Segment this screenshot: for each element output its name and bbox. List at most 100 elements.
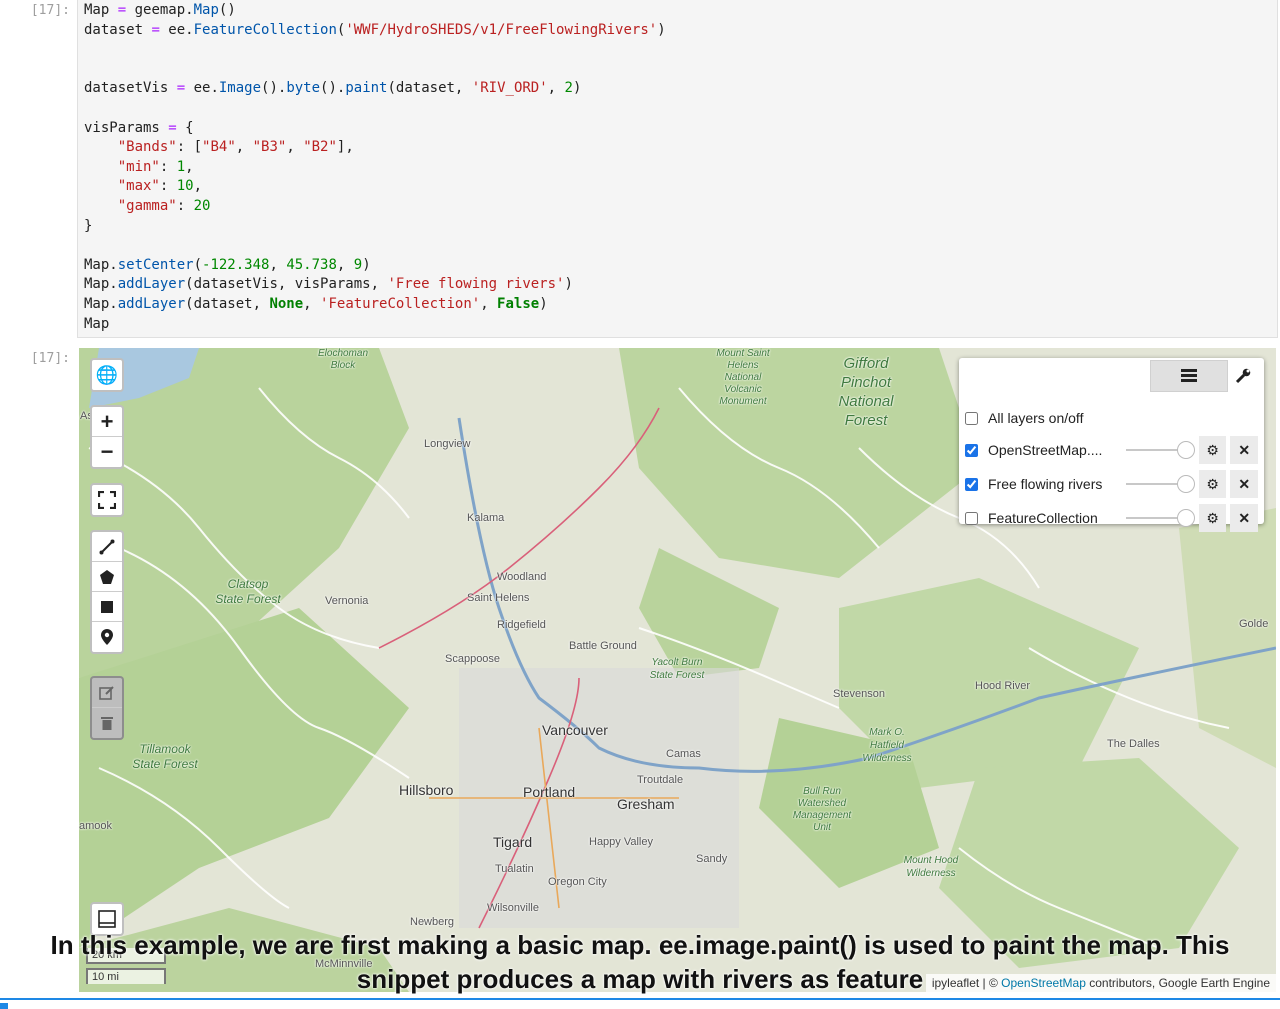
opacity-slider[interactable] xyxy=(1125,508,1195,528)
code-line: datasetVis = ee.Image().byte().paint(dat… xyxy=(84,80,582,97)
wrench-icon[interactable] xyxy=(1228,360,1258,392)
code-line: Map.setCenter(-122.348, 45.738, 9) xyxy=(84,256,371,273)
layer-manager-panel: All layers on/off OpenStreetMap.... ⚙ ✕ … xyxy=(959,358,1264,532)
layer-visibility-checkbox[interactable] xyxy=(965,511,978,525)
place-battle-ground: Battle Ground xyxy=(569,640,637,652)
layers-tab[interactable] xyxy=(1150,360,1228,392)
edit-toolbar xyxy=(90,676,124,740)
globe-icon[interactable]: 🌐 xyxy=(92,360,122,390)
delete-layers-icon[interactable] xyxy=(92,708,122,738)
opacity-slider[interactable] xyxy=(1125,440,1195,460)
place-tualatin: Tualatin xyxy=(495,863,534,875)
layer-row: Free flowing rivers ⚙ ✕ xyxy=(965,470,1259,498)
place-wilsonville: Wilsonville xyxy=(487,902,539,914)
draw-toolbar xyxy=(90,530,124,654)
place-hillsboro: Hillsboro xyxy=(399,782,454,798)
code-line: "Bands": ["B4", "B3", "B2"], xyxy=(117,139,354,156)
all-layers-label: All layers on/off xyxy=(988,410,1084,426)
draw-rectangle-icon[interactable] xyxy=(92,592,122,622)
code-line: Map.addLayer(datasetVis, visParams, 'Fre… xyxy=(84,276,573,293)
gear-icon[interactable]: ⚙ xyxy=(1198,470,1227,498)
place-oregon-city: Oregon City xyxy=(548,876,607,888)
zoom-control: + − xyxy=(90,405,124,469)
all-layers-row: All layers on/off xyxy=(965,404,1258,432)
place-woodland: Woodland xyxy=(497,571,547,583)
input-prompt: [17]: xyxy=(30,3,70,18)
place-tillamook: Tillamook State Forest xyxy=(132,742,198,771)
layer-name: FeatureCollection xyxy=(988,510,1098,526)
caption-line-2: snippet produces a map with rivers as fe… xyxy=(356,964,924,994)
fullscreen-icon[interactable] xyxy=(92,485,122,515)
layer-row: FeatureCollection ⚙ ✕ xyxy=(965,504,1259,532)
place-the-dalles: The Dalles xyxy=(1107,738,1160,750)
zoom-in-button[interactable]: + xyxy=(92,407,122,437)
draw-polyline-icon[interactable] xyxy=(92,532,122,562)
place-elochoman: Elochoman Block xyxy=(317,348,369,371)
map-widget[interactable]: Vancouver Portland Gresham Hillsboro Tig… xyxy=(79,348,1276,992)
place-longview: Longview xyxy=(424,438,471,450)
place-amook: amook xyxy=(79,820,113,832)
progress-line xyxy=(0,998,1280,1000)
layer-name: OpenStreetMap.... xyxy=(988,442,1103,458)
place-vernonia: Vernonia xyxy=(325,595,369,607)
place-tigard: Tigard xyxy=(493,834,533,850)
place-bull-run: Bull Run Watershed Management Unit xyxy=(792,786,852,833)
place-camas: Camas xyxy=(666,748,701,760)
video-caption: In this example, we are first making a b… xyxy=(0,928,1280,996)
place-mark-hatfield: Mark O. Hatfield Wilderness xyxy=(862,727,912,764)
place-vancouver: Vancouver xyxy=(542,722,608,738)
opacity-slider[interactable] xyxy=(1125,474,1195,494)
caption-line-1: In this example, we are first making a b… xyxy=(50,930,1230,960)
zoom-out-button[interactable]: − xyxy=(92,437,122,467)
code-line: "max": 10, xyxy=(117,178,203,195)
place-yacolt: Yacolt Burn State Forest xyxy=(649,657,705,681)
place-hood-river: Hood River xyxy=(975,680,1031,692)
code-line: dataset = ee.FeatureCollection('WWF/Hydr… xyxy=(84,21,666,38)
basemap-control[interactable]: 🌐 xyxy=(90,358,124,392)
place-stevenson: Stevenson xyxy=(833,688,885,700)
close-icon[interactable]: ✕ xyxy=(1230,470,1259,498)
place-kalama: Kalama xyxy=(467,512,505,524)
fullscreen-control xyxy=(90,483,124,517)
code-cell[interactable]: Map = geemap.Map() dataset = ee.FeatureCo… xyxy=(77,0,1278,338)
code-line: } xyxy=(84,217,93,234)
layer-visibility-checkbox[interactable] xyxy=(965,443,978,457)
place-troutdale: Troutdale xyxy=(637,774,684,786)
layer-row: OpenStreetMap.... ⚙ ✕ xyxy=(965,436,1259,464)
place-gresham: Gresham xyxy=(617,796,675,812)
place-scappoose: Scappoose xyxy=(445,653,501,665)
place-happy-valley: Happy Valley xyxy=(589,836,653,848)
layer-visibility-checkbox[interactable] xyxy=(965,477,978,491)
code-line: "gamma": 20 xyxy=(117,197,211,214)
place-clatsop: Clatsop State Forest xyxy=(215,577,281,606)
output-prompt: [17]: xyxy=(30,351,70,366)
code-line: Map.addLayer(dataset, None, 'FeatureColl… xyxy=(84,295,548,312)
code-line: "min": 1, xyxy=(117,158,194,175)
code-editor[interactable]: Map = geemap.Map() dataset = ee.FeatureCo… xyxy=(84,1,666,334)
place-sandy: Sandy xyxy=(696,853,728,865)
layer-name: Free flowing rivers xyxy=(988,476,1103,492)
progress-marker xyxy=(0,1003,8,1009)
draw-marker-icon[interactable] xyxy=(92,622,122,652)
close-icon[interactable]: ✕ xyxy=(1230,504,1259,532)
place-goldendale: Golde xyxy=(1239,618,1269,630)
place-mount-st-helens: Mount Saint Helens National Volcanic Mon… xyxy=(716,348,770,407)
place-ridgefield: Ridgefield xyxy=(497,619,546,631)
gear-icon[interactable]: ⚙ xyxy=(1198,504,1227,532)
place-saint-helens: Saint Helens xyxy=(467,592,530,604)
code-line: Map = geemap.Map() xyxy=(84,2,236,18)
layer-manager-tabs xyxy=(1150,360,1258,392)
place-newberg: Newberg xyxy=(410,916,455,928)
place-mount-hood-wilderness: Mount Hood Wilderness xyxy=(903,855,959,879)
code-line: Map xyxy=(84,315,110,332)
edit-layers-icon[interactable] xyxy=(92,678,122,708)
place-gifford-pinchot: Gifford Pinchot National Forest xyxy=(838,355,894,429)
draw-polygon-icon[interactable] xyxy=(92,562,122,592)
close-icon[interactable]: ✕ xyxy=(1230,436,1259,464)
code-line: visParams = { xyxy=(84,119,194,136)
gear-icon[interactable]: ⚙ xyxy=(1198,436,1227,464)
all-layers-checkbox[interactable] xyxy=(965,411,978,425)
